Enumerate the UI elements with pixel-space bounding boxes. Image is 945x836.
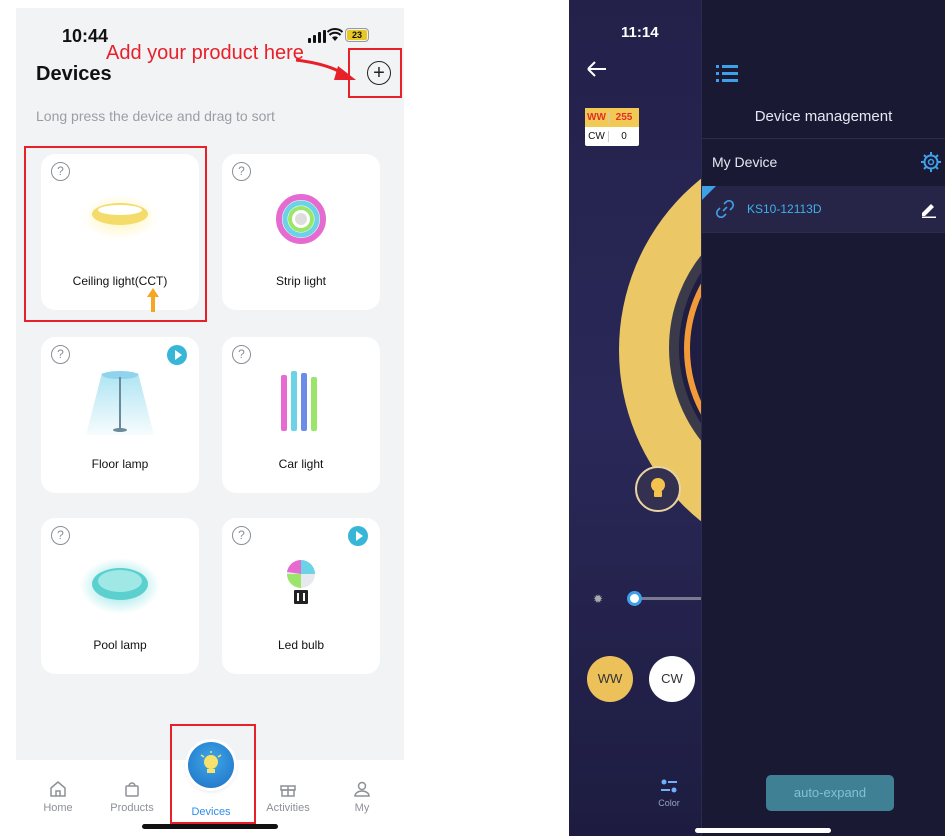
cw-button[interactable]: CW <box>649 656 695 702</box>
tab-label: Products <box>110 802 154 814</box>
tab-activities[interactable]: Activities <box>256 780 320 814</box>
home-icon <box>50 781 66 797</box>
tab-my[interactable]: My <box>330 780 394 814</box>
edit-icon[interactable] <box>920 200 938 218</box>
ww-value: 255 <box>615 112 633 123</box>
tab-label: My <box>354 802 370 814</box>
cw-label: CW <box>585 131 609 142</box>
device-card-car-light[interactable]: ? Car light <box>222 337 380 493</box>
device-label: Strip light <box>275 274 327 288</box>
tab-color[interactable]: Color <box>651 778 687 808</box>
play-video-icon[interactable] <box>348 526 368 546</box>
device-name: KS10-12113D <box>747 202 822 216</box>
annotation-add-product: Add your product here <box>106 42 304 64</box>
color-tab-icon <box>661 779 677 793</box>
cw-value: 0 <box>621 131 627 142</box>
led-bulb-icon <box>287 559 315 604</box>
device-control-screen: 11:14 32 WW255 CW0 ✹ WW CW <box>569 0 945 836</box>
divider <box>702 138 945 139</box>
home-indicator <box>142 824 278 829</box>
auto-expand-button[interactable]: auto-expand <box>766 775 894 811</box>
device-label: Pool lamp <box>93 638 147 652</box>
help-icon[interactable]: ? <box>232 526 251 545</box>
device-card-floor-lamp[interactable]: ? Floor lamp <box>41 337 199 493</box>
strip-light-icon <box>276 194 326 244</box>
help-icon[interactable]: ? <box>51 526 70 545</box>
back-arrow-icon[interactable] <box>586 60 608 78</box>
drawer-title: Device management <box>754 108 893 125</box>
person-icon <box>354 781 370 797</box>
play-video-icon[interactable] <box>167 345 187 365</box>
devices-screen: 10:44 23 Add your product here Devices +… <box>16 8 404 830</box>
highlight-add-button <box>348 48 402 98</box>
brightness-slider-handle[interactable] <box>627 591 642 606</box>
gift-icon <box>280 785 296 797</box>
floor-lamp-icon <box>86 371 154 435</box>
screenshot-stage: 10:44 23 Add your product here Devices +… <box>0 0 945 836</box>
list-icon[interactable] <box>716 64 738 84</box>
battery-icon: 23 <box>345 28 369 42</box>
pool-lamp-icon <box>80 558 160 614</box>
link-icon <box>716 200 734 218</box>
tab-products[interactable]: Products <box>100 780 164 814</box>
device-label: Led bulb <box>277 638 325 652</box>
help-icon[interactable]: ? <box>51 345 70 364</box>
status-time: 11:14 <box>621 24 659 41</box>
bulb-icon <box>651 478 665 497</box>
my-device-header: My Device <box>712 154 778 170</box>
status-time: 10:44 <box>62 26 109 46</box>
help-icon[interactable]: ? <box>232 345 251 364</box>
divider <box>702 232 945 233</box>
ww-cw-readout: WW 255 CW 0 <box>585 108 639 146</box>
device-list-item[interactable]: KS10-12113D <box>702 186 945 232</box>
tab-home[interactable]: Home <box>26 780 90 814</box>
home-indicator <box>695 828 831 833</box>
tab-label: Activities <box>266 802 310 814</box>
device-label: Floor lamp <box>91 457 149 471</box>
car-light-icon <box>281 371 317 431</box>
battery-level: 23 <box>347 30 367 40</box>
wifi-icon <box>327 28 343 41</box>
device-card-led-bulb[interactable]: ? Led bulb <box>222 518 380 674</box>
gear-icon[interactable] <box>921 152 941 172</box>
highlight-ceiling-card <box>24 146 207 322</box>
signal-icon <box>308 30 326 43</box>
brightness-icon: ✹ <box>593 592 604 606</box>
highlight-devices-tab <box>170 724 256 824</box>
ww-button[interactable]: WW <box>587 656 633 702</box>
device-card-pool-lamp[interactable]: ? Pool lamp <box>41 518 199 674</box>
page-title: Devices <box>36 63 112 85</box>
shopping-bag-icon <box>125 782 139 797</box>
device-label: Car light <box>278 457 324 471</box>
sort-hint: Long press the device and drag to sort <box>36 108 275 124</box>
help-icon[interactable]: ? <box>232 162 251 181</box>
selected-check-icon <box>702 186 716 200</box>
device-management-drawer: Device management My Device KS10-12113D <box>701 0 945 836</box>
tab-label: Home <box>43 802 73 814</box>
tab-label: Color <box>658 798 680 808</box>
ww-label: WW <box>585 112 609 123</box>
device-card-strip-light[interactable]: ? Strip light <box>222 154 380 310</box>
power-bulb-button[interactable] <box>635 466 681 512</box>
